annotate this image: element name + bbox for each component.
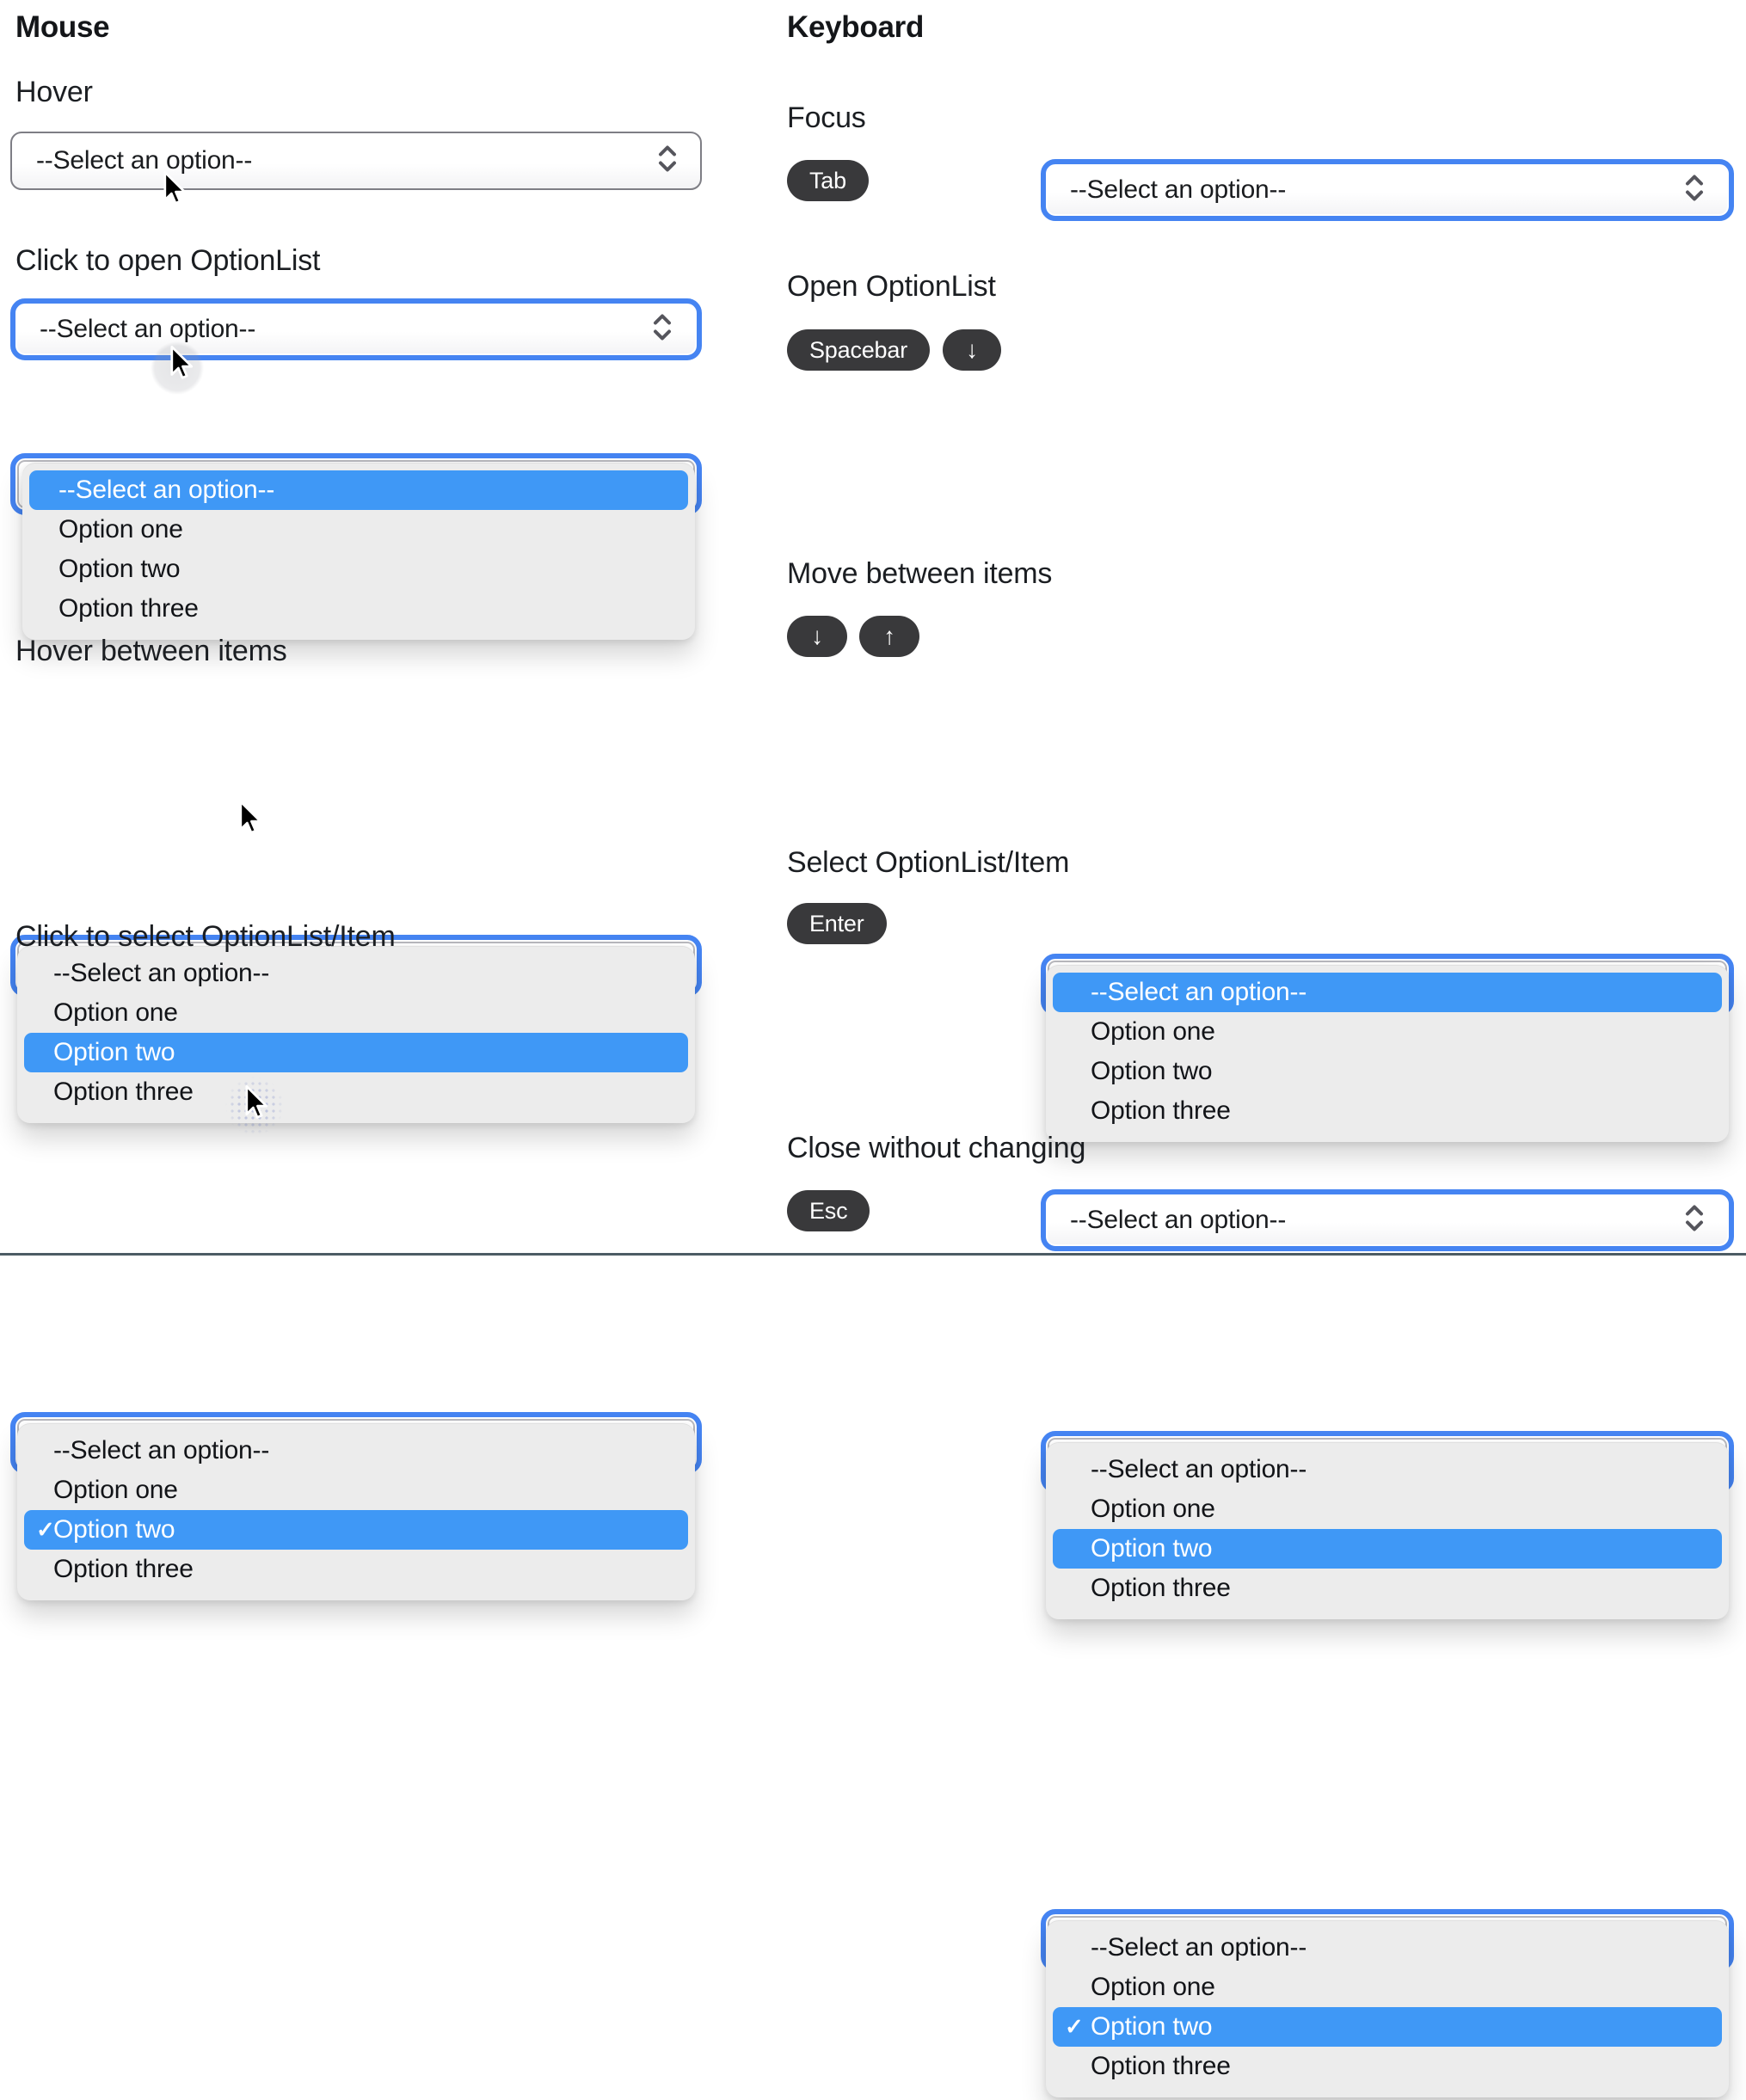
select-item-heading: Select OptionList/Item	[787, 846, 1070, 879]
option-row[interactable]: --Select an option--	[29, 470, 688, 510]
option-row[interactable]: Option one	[17, 993, 695, 1033]
select-chevrons-icon	[1682, 173, 1706, 208]
click-open-optionlist: --Select an option-- Option one Option t…	[10, 453, 702, 644]
select-chevrons-icon	[1682, 1203, 1706, 1238]
hover-items-heading: Hover between items	[15, 635, 287, 667]
option-row[interactable]: --Select an option--	[17, 1431, 695, 1471]
move-items-heading: Move between items	[787, 557, 1053, 590]
down-arrow-key: ↓	[787, 616, 847, 657]
option-row[interactable]: Option one	[1046, 1968, 1729, 2007]
spacebar-key: Spacebar	[787, 329, 930, 371]
keyboard-select-optionlist: --Select an option-- Option one ✓ Option…	[1041, 1909, 1734, 2100]
option-row[interactable]: --Select an option--	[17, 954, 695, 993]
bottom-divider	[0, 1253, 1746, 1256]
option-row[interactable]: Option three	[1046, 2047, 1729, 2086]
click-open-heading: Click to open OptionList	[15, 244, 321, 277]
enter-key: Enter	[787, 903, 887, 944]
option-row[interactable]: Option three	[17, 1550, 695, 1589]
mouse-cursor-icon	[239, 800, 262, 834]
option-row[interactable]: Option three	[1046, 1569, 1729, 1608]
option-row-selected[interactable]: ✓ Option two	[1053, 2007, 1722, 2047]
hover-items-optionlist: --Select an option-- Option one Option t…	[10, 935, 702, 1126]
up-arrow-key: ↑	[859, 616, 919, 657]
keyboard-move-optionlist: --Select an option-- Option one Option t…	[1041, 1431, 1734, 1622]
focus-heading: Focus	[787, 101, 866, 134]
option-list: --Select an option-- Option one Option t…	[1046, 1442, 1729, 1619]
option-row[interactable]: Option one	[22, 510, 695, 550]
option-row[interactable]: Option two	[1046, 1052, 1729, 1091]
option-row[interactable]: Option one	[1046, 1489, 1729, 1529]
option-row-active[interactable]: Option two	[1053, 1529, 1722, 1569]
select-placeholder: --Select an option--	[1070, 175, 1287, 204]
option-row[interactable]: Option three	[22, 589, 695, 629]
option-row[interactable]: --Select an option--	[1053, 973, 1722, 1012]
mouse-cursor-icon	[163, 170, 187, 205]
option-list: --Select an option-- Option one Option t…	[22, 463, 695, 640]
option-list: --Select an option-- Option one ✓ Option…	[17, 1423, 695, 1600]
option-row[interactable]: --Select an option--	[1046, 1450, 1729, 1489]
option-row-selected[interactable]: ✓ Option two	[24, 1510, 688, 1550]
option-row[interactable]: Option three	[17, 1072, 695, 1112]
tab-key: Tab	[787, 160, 869, 201]
option-row-hovered[interactable]: Option two	[24, 1033, 688, 1072]
focus-select[interactable]: --Select an option--	[1041, 159, 1734, 221]
select-chevrons-icon	[650, 312, 674, 347]
keyboard-section-title: Keyboard	[787, 10, 925, 44]
option-row[interactable]: Option one	[17, 1471, 695, 1510]
close-heading: Close without changing	[787, 1132, 1086, 1164]
click-open-select[interactable]: --Select an option--	[10, 298, 702, 360]
option-row[interactable]: Option three	[1046, 1091, 1729, 1131]
option-list: --Select an option-- Option one Option t…	[17, 946, 695, 1123]
checkmark-icon: ✓	[1065, 2013, 1084, 2040]
checkmark-icon: ✓	[36, 1516, 55, 1543]
select-placeholder: --Select an option--	[40, 315, 256, 343]
option-row[interactable]: --Select an option--	[1046, 1928, 1729, 1968]
esc-key: Esc	[787, 1190, 870, 1231]
open-optionlist-heading: Open OptionList	[787, 270, 996, 303]
keyboard-open-optionlist: --Select an option-- Option one Option t…	[1041, 954, 1734, 1145]
hover-heading: Hover	[15, 76, 93, 108]
select-placeholder: --Select an option--	[36, 146, 253, 175]
hover-select[interactable]: --Select an option--	[10, 132, 702, 190]
click-select-heading: Click to select OptionList/Item	[15, 920, 396, 953]
option-list: --Select an option-- Option one ✓ Option…	[1046, 1920, 1729, 2097]
option-row[interactable]: Option one	[1046, 1012, 1729, 1052]
close-select[interactable]: --Select an option--	[1041, 1189, 1734, 1251]
mouse-cursor-icon	[245, 1084, 268, 1119]
select-chevrons-icon	[655, 144, 679, 179]
mouse-section-title: Mouse	[15, 10, 110, 44]
click-select-optionlist: --Select an option-- Option one ✓ Option…	[10, 1412, 702, 1603]
select-placeholder: --Select an option--	[1070, 1206, 1287, 1234]
option-list: --Select an option-- Option one Option t…	[1046, 965, 1729, 1142]
option-row[interactable]: Option two	[22, 550, 695, 589]
down-arrow-key: ↓	[943, 329, 1001, 371]
mouse-cursor-icon	[170, 345, 194, 379]
